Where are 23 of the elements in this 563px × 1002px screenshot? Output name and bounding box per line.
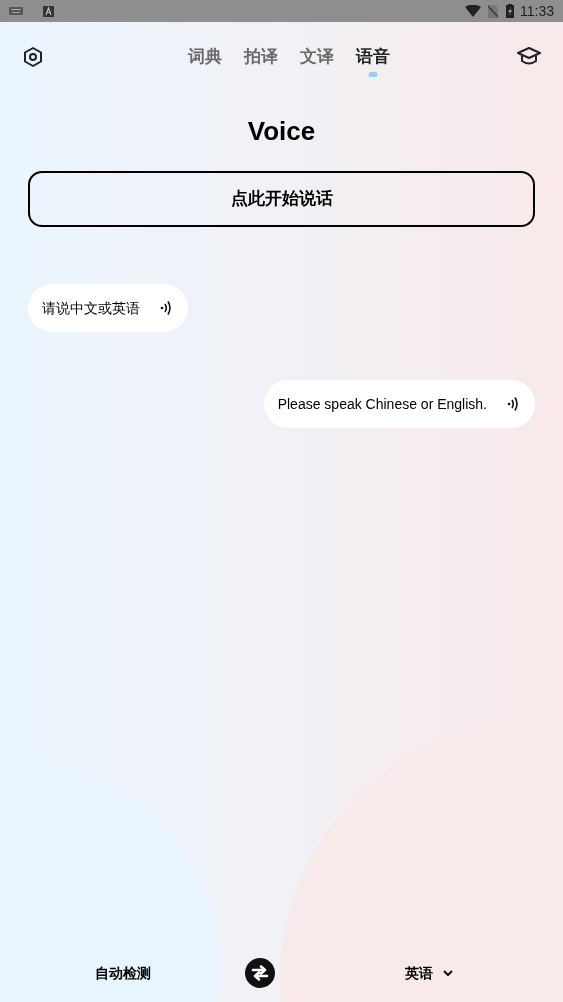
speaker-icon[interactable]: [507, 396, 519, 412]
page-title: Voice: [246, 115, 317, 148]
nav-tab[interactable]: 语音: [355, 44, 390, 70]
speaker-icon[interactable]: [160, 300, 172, 316]
app-icon: [43, 5, 54, 17]
target-language[interactable]: 英语: [405, 962, 433, 984]
active-tab-indicator: [368, 72, 377, 78]
wifi-icon: [465, 5, 481, 17]
status-time: 11:33: [520, 1, 554, 21]
nav-tab[interactable]: 词典: [187, 44, 222, 70]
nav-tab[interactable]: 拍译: [243, 44, 278, 70]
graduation-cap-icon[interactable]: [517, 47, 541, 67]
message-text: Please speak Chinese or English.: [277, 394, 487, 414]
speak-button[interactable]: 点此开始说话: [28, 171, 535, 227]
keyboard-icon: [9, 7, 23, 15]
swap-icon[interactable]: [245, 958, 275, 988]
settings-icon[interactable]: [22, 46, 44, 68]
no-sim-icon: [488, 4, 498, 18]
source-language[interactable]: 自动检测: [0, 962, 245, 984]
battery-icon: [506, 4, 514, 18]
message-text: 请说中文或英语: [42, 298, 140, 318]
nav-tab[interactable]: 文译: [299, 44, 334, 70]
chevron-down-icon[interactable]: [443, 969, 453, 977]
